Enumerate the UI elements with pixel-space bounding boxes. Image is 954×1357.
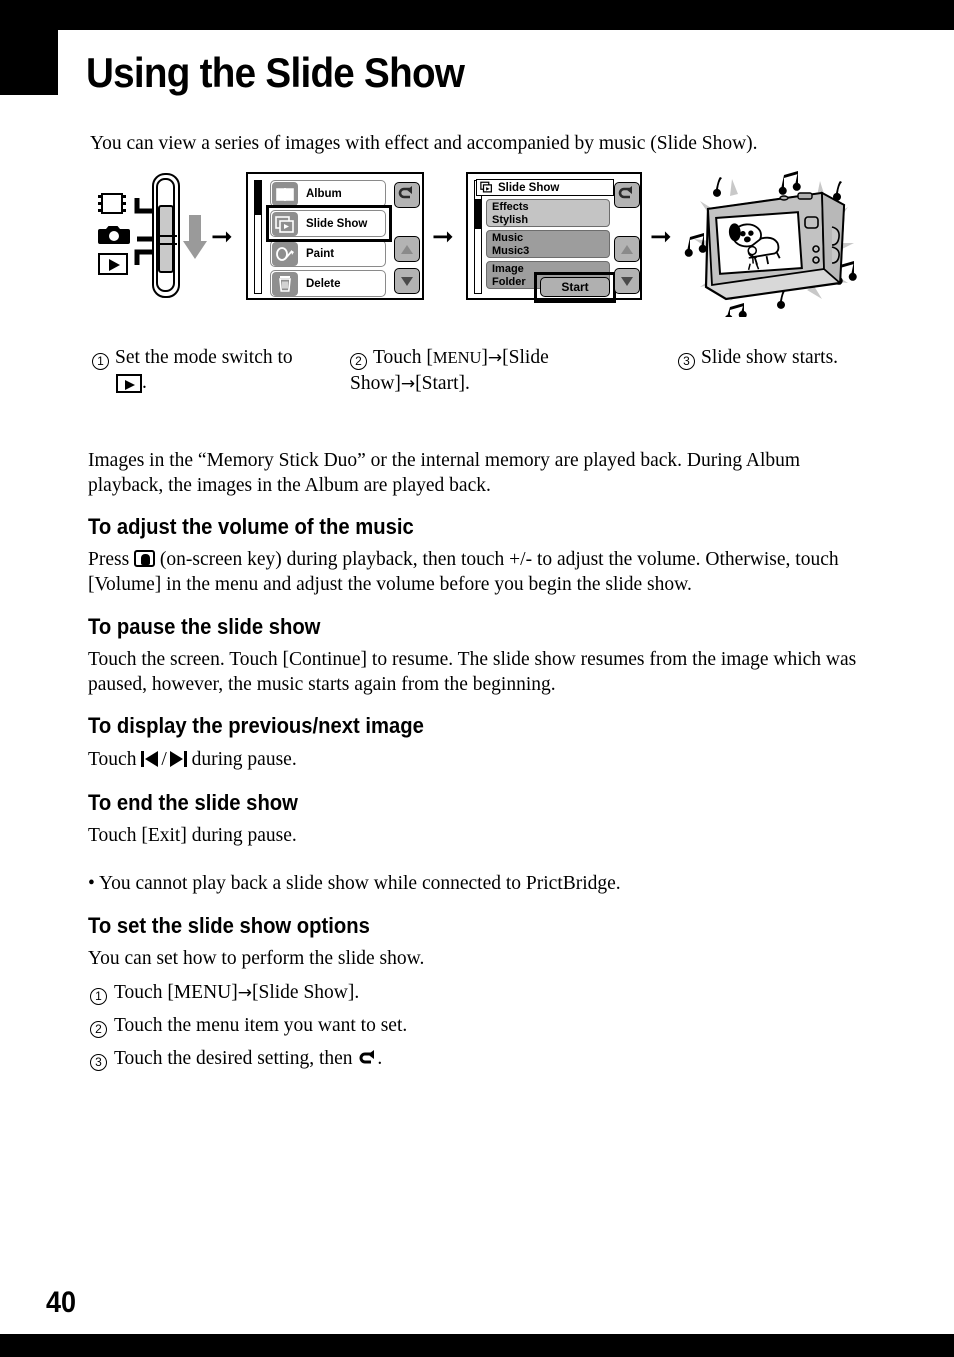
return-button[interactable]: [614, 182, 640, 208]
step-number: 1: [90, 988, 107, 1005]
option-step-target: [Slide Show].: [251, 982, 360, 1003]
movie-mode-icon: [98, 193, 126, 214]
step-target-2: [Start].: [415, 373, 470, 394]
setting-row-music[interactable]: Music Music3: [486, 230, 610, 258]
setting-name: Effects: [492, 201, 529, 213]
step-caption-3: 3 Slide show starts.: [678, 345, 928, 370]
mode-switch-slider[interactable]: [152, 173, 180, 298]
header-black-block: [0, 0, 58, 95]
return-button[interactable]: [394, 182, 420, 208]
step-text: Slide show starts.: [701, 347, 839, 368]
prevnext-text-before: Touch: [88, 749, 137, 770]
settings-panel-title: Slide Show: [476, 179, 614, 196]
on-screen-key-icon: [134, 550, 156, 567]
heading-adjust-volume: To adjust the volume of the music: [88, 514, 414, 539]
settings-scrollbar-thumb[interactable]: [475, 199, 481, 229]
pen-icon: [272, 241, 298, 266]
heading-end-slide-show: To end the slide show: [88, 790, 298, 815]
page-number: 40: [46, 1286, 77, 1319]
option-step-after: .: [377, 1048, 383, 1069]
scroll-down-button[interactable]: [394, 268, 420, 294]
pause-paragraph: Touch the screen. Touch [Continue] to re…: [88, 649, 857, 695]
trash-icon: [272, 271, 298, 296]
slide-show-settings-panel: Slide Show Effects Stylish Music Music3 …: [466, 172, 642, 303]
page-title: Using the Slide Show: [86, 49, 465, 97]
flow-arrow-1: ➞: [211, 222, 233, 252]
step-number: 3: [90, 1054, 107, 1071]
menu-item-album[interactable]: Album: [270, 180, 386, 207]
arrow-icon: →: [400, 374, 416, 394]
camera-menu-panel: Album Slide Show Paint Delete: [246, 172, 424, 300]
mode-switch-icon-group: [98, 193, 160, 278]
scroll-down-button[interactable]: [614, 268, 640, 294]
flow-arrow-3: ➞: [650, 222, 672, 252]
heading-pause-slide-show: To pause the slide show: [88, 614, 321, 639]
menu-item-label: Delete: [306, 277, 341, 290]
settings-scrollbar[interactable]: [474, 180, 482, 294]
options-intro-paragraph: You can set how to perform the slide sho…: [88, 948, 425, 969]
playback-mode-icon: [116, 374, 142, 394]
option-step-2: 2 Touch the menu item you want to set.: [90, 1013, 407, 1038]
step-number: 2: [90, 1021, 107, 1038]
procedure-figure: ➞ Album Slide Show Paint Delete ➞ Slide …: [0, 165, 954, 323]
switch-direction-arrow: [182, 215, 208, 264]
end-paragraph: Touch [Exit] during pause.: [88, 825, 297, 846]
setting-row-effects[interactable]: Effects Stylish: [486, 199, 610, 227]
scroll-up-button[interactable]: [614, 236, 640, 262]
bottom-black-bar: [0, 1334, 954, 1357]
arrow-icon: →: [237, 983, 252, 1003]
scroll-up-button[interactable]: [394, 236, 420, 262]
intro-paragraph: You can view a series of images with eff…: [90, 133, 758, 154]
volume-text-before: Press: [88, 549, 130, 570]
camera-playback-illustration: [672, 165, 872, 323]
previous-track-icon: [141, 751, 161, 767]
heading-slide-show-options: To set the slide show options: [88, 913, 370, 938]
option-step-3: 3 Touch the desired setting, then .: [90, 1046, 382, 1071]
option-step-text: Touch the menu item you want to set.: [114, 1015, 408, 1036]
slide-show-highlight: [266, 205, 392, 242]
note-paragraph: • You cannot play back a slide show whil…: [88, 873, 621, 894]
setting-name: Music: [492, 232, 524, 244]
next-track-icon: [167, 751, 187, 767]
top-black-bar: [0, 0, 954, 30]
prevnext-text-after: during pause.: [191, 749, 297, 770]
slideshow-icon: [480, 181, 494, 194]
return-icon: [357, 1049, 377, 1067]
setting-value: Music3: [492, 244, 530, 257]
step-text: Touch [MENU]→[Slide Show]→[Start].: [350, 347, 549, 394]
step-text: Set the mode switch to: [115, 347, 293, 368]
option-step-text: Touch [MENU]→[Slide Show].: [114, 980, 359, 1006]
step-text-after: .: [142, 372, 147, 393]
memory-paragraph: Images in the “Memory Stick Duo” or the …: [88, 450, 801, 496]
menu-item-label: Album: [306, 187, 342, 200]
still-mode-icon: [98, 223, 130, 245]
step-number: 2: [350, 353, 367, 370]
book-icon: [272, 181, 298, 206]
setting-value: Stylish: [492, 213, 529, 226]
option-step-label: Touch the desired setting, then: [114, 1048, 353, 1069]
step-caption-2: 2 Touch [MENU]→[Slide Show]→[Start].: [350, 345, 600, 397]
arrow-icon: →: [487, 348, 503, 368]
heading-previous-next-image: To display the previous/next image: [88, 713, 424, 738]
menu-item-delete[interactable]: Delete: [270, 270, 386, 297]
settings-title-label: Slide Show: [498, 181, 560, 194]
playback-mode-icon: [98, 253, 128, 275]
menu-item-paint[interactable]: Paint: [270, 240, 386, 267]
option-step-text: Touch the desired setting, then .: [114, 1046, 382, 1071]
option-step-1: 1 Touch [MENU]→[Slide Show].: [90, 980, 359, 1006]
menu-item-label: Paint: [306, 247, 335, 260]
step-number: 1: [92, 353, 109, 370]
step-caption-1: 1 Set the mode switch to .: [92, 345, 332, 395]
option-step-label: Touch [MENU]: [114, 982, 238, 1003]
prevnext-paragraph: Touch / during pause.: [88, 747, 588, 772]
menu-scrollbar-thumb[interactable]: [255, 181, 261, 215]
start-button-highlight: [534, 272, 616, 303]
flow-arrow-2: ➞: [432, 222, 454, 252]
volume-text-after: (on-screen key) during playback, then to…: [88, 549, 839, 595]
mode-switch-knob[interactable]: [157, 205, 177, 273]
menu-scrollbar[interactable]: [254, 180, 262, 294]
volume-paragraph: Press (on-screen key) during playback, t…: [88, 547, 883, 597]
menu-label: MENU: [432, 348, 482, 367]
step-number: 3: [678, 353, 695, 370]
